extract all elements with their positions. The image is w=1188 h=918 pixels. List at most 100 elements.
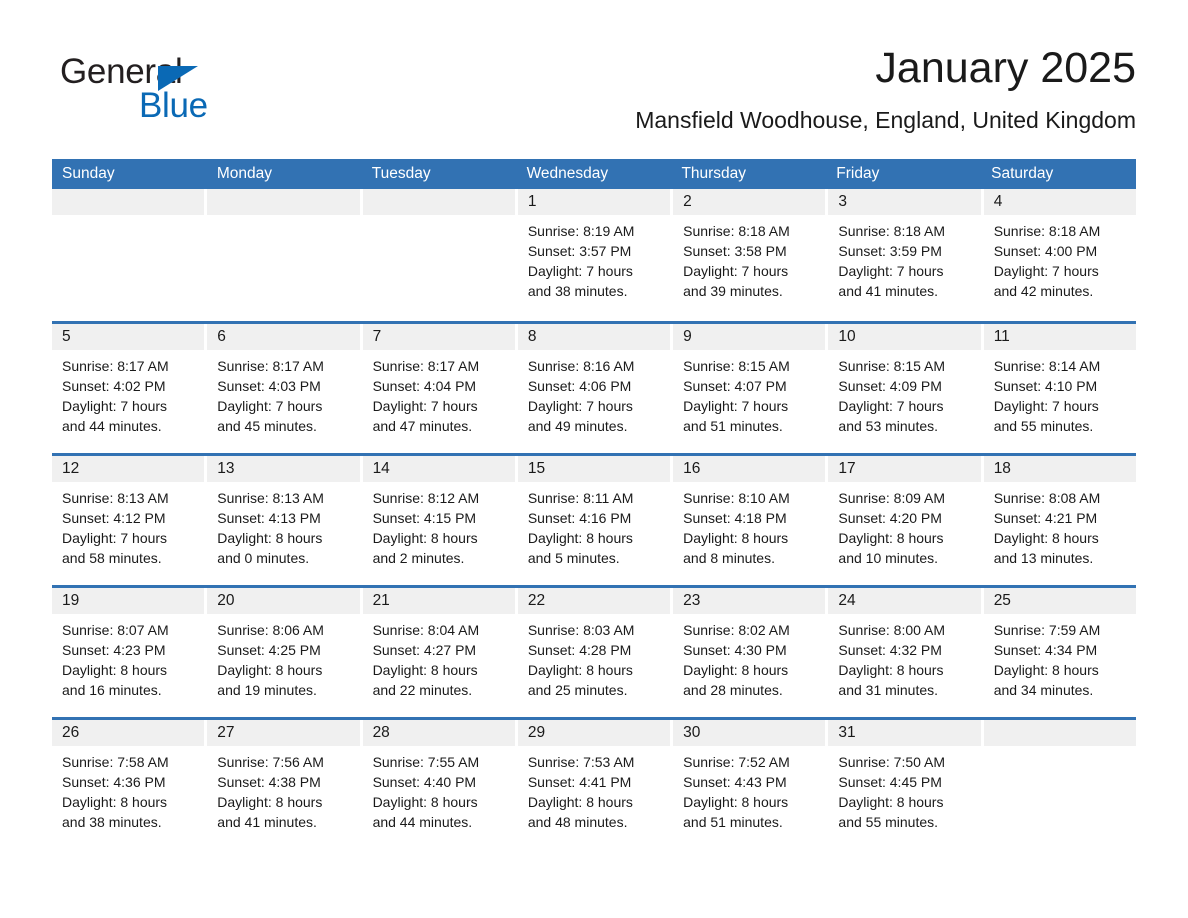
calendar-day-cell[interactable]: 21 Sunrise: 8:04 AM Sunset: 4:27 PM Dayligh…	[362, 588, 518, 717]
calendar-day-cell-empty	[362, 189, 518, 321]
calendar-weeks: 1 Sunrise: 8:19 AM Sunset: 3:57 PM Daylight…	[52, 189, 1136, 849]
sunset-text: Sunset: 4:09 PM	[838, 378, 942, 394]
calendar-week-row: 19 Sunrise: 8:07 AM Sunset: 4:23 PM Dayligh…	[52, 585, 1136, 717]
calendar-day-cell[interactable]: 19 Sunrise: 8:07 AM Sunset: 4:23 PM Dayligh…	[52, 588, 208, 717]
daylight-text-line1: Daylight: 8 hours	[62, 794, 168, 810]
day-sun-info: Sunrise: 8:12 AM Sunset: 4:15 PM Daylight:…	[363, 482, 515, 568]
calendar-day-cell[interactable]: 25 Sunrise: 7:59 AM Sunset: 4:34 PM Dayligh…	[983, 588, 1136, 717]
calendar-day-cell[interactable]: 8 Sunrise: 8:16 AM Sunset: 4:06 PM Daylight…	[517, 324, 674, 453]
calendar-day-cell[interactable]: 30 Sunrise: 7:52 AM Sunset: 4:43 PM Dayligh…	[673, 720, 829, 849]
calendar-day-cell-empty	[983, 720, 1136, 849]
daylight-text-line2: and 45 minutes.	[217, 418, 317, 434]
calendar-day-cell[interactable]: 24 Sunrise: 8:00 AM Sunset: 4:32 PM Dayligh…	[828, 588, 984, 717]
calendar-day-cell[interactable]: 7 Sunrise: 8:17 AM Sunset: 4:04 PM Daylight…	[362, 324, 518, 453]
day-number: 11	[983, 324, 1136, 350]
day-sun-info: Sunrise: 8:03 AM Sunset: 4:28 PM Daylight:…	[518, 614, 670, 700]
daylight-text-line1: Daylight: 7 hours	[527, 263, 633, 279]
calendar-day-cell[interactable]: 29 Sunrise: 7:53 AM Sunset: 4:41 PM Dayligh…	[517, 720, 674, 849]
calendar-day-cell[interactable]: 6 Sunrise: 8:17 AM Sunset: 4:03 PM Daylight…	[207, 324, 363, 453]
daylight-text-line1: Daylight: 8 hours	[217, 530, 323, 546]
title-block: January 2025 Mansfield Woodhouse, Englan…	[376, 40, 1136, 136]
day-sun-info: Sunrise: 7:58 AM Sunset: 4:36 PM Daylight:…	[52, 746, 204, 832]
calendar-day-cell[interactable]: 17 Sunrise: 8:09 AM Sunset: 4:20 PM Dayligh…	[828, 456, 984, 585]
calendar-day-cell[interactable]: 31 Sunrise: 7:50 AM Sunset: 4:45 PM Dayligh…	[828, 720, 984, 849]
day-sun-info: Sunrise: 8:09 AM Sunset: 4:20 PM Daylight:…	[828, 482, 980, 568]
sunset-text: Sunset: 3:59 PM	[838, 243, 942, 259]
calendar-day-cell[interactable]: 12 Sunrise: 8:13 AM Sunset: 4:12 PM Dayligh…	[52, 456, 208, 585]
calendar-day-cell[interactable]: 10 Sunrise: 8:15 AM Sunset: 4:09 PM Dayligh…	[828, 324, 984, 453]
sunset-text: Sunset: 4:28 PM	[527, 642, 632, 658]
weekday-header-sunday: Sunday	[62, 165, 115, 182]
sunrise-text: Sunrise: 7:59 AM	[993, 622, 1101, 638]
sunset-text: Sunset: 4:02 PM	[62, 378, 166, 394]
calendar-day-cell[interactable]: 2 Sunrise: 8:18 AM Sunset: 3:58 PM Daylight…	[673, 189, 829, 321]
sunset-text: Sunset: 4:00 PM	[993, 243, 1098, 259]
daylight-text-line2: and 48 minutes.	[527, 814, 628, 830]
daylight-text-line1: Daylight: 8 hours	[372, 662, 478, 678]
sunset-text: Sunset: 4:34 PM	[993, 642, 1098, 658]
page-header: General Blue January 2025 Mansfield Wood…	[52, 40, 1136, 150]
daylight-text-line1: Daylight: 8 hours	[993, 530, 1099, 546]
daylight-text-line2: and 41 minutes.	[838, 283, 939, 299]
sunrise-text: Sunrise: 8:09 AM	[838, 490, 946, 506]
sunset-text: Sunset: 3:57 PM	[527, 243, 632, 259]
day-sun-info: Sunrise: 8:16 AM Sunset: 4:06 PM Daylight:…	[518, 350, 670, 436]
day-number: 8	[517, 324, 671, 350]
sunset-text: Sunset: 4:27 PM	[372, 642, 477, 658]
sunset-text: Sunset: 4:36 PM	[62, 774, 166, 790]
calendar-day-cell[interactable]: 26 Sunrise: 7:58 AM Sunset: 4:36 PM Dayligh…	[52, 720, 208, 849]
daylight-text-line2: and 2 minutes.	[372, 550, 465, 566]
calendar-day-cell[interactable]: 23 Sunrise: 8:02 AM Sunset: 4:30 PM Dayligh…	[673, 588, 829, 717]
sunrise-text: Sunrise: 8:04 AM	[372, 622, 480, 638]
day-number: 25	[983, 588, 1136, 614]
sunset-text: Sunset: 4:41 PM	[527, 774, 632, 790]
day-number: 1	[517, 189, 671, 215]
day-sun-info: Sunrise: 8:18 AM Sunset: 3:59 PM Daylight:…	[828, 215, 980, 301]
sunset-text: Sunset: 4:20 PM	[838, 510, 942, 526]
day-sun-info: Sunrise: 8:06 AM Sunset: 4:25 PM Daylight:…	[207, 614, 359, 700]
calendar-day-cell[interactable]: 27 Sunrise: 7:56 AM Sunset: 4:38 PM Dayligh…	[207, 720, 363, 849]
day-sun-info: Sunrise: 8:17 AM Sunset: 4:02 PM Daylight:…	[52, 350, 204, 436]
calendar-day-cell[interactable]: 5 Sunrise: 8:17 AM Sunset: 4:02 PM Daylight…	[52, 324, 208, 453]
calendar-week-row: 26 Sunrise: 7:58 AM Sunset: 4:36 PM Dayligh…	[52, 717, 1136, 849]
sunrise-text: Sunrise: 8:07 AM	[62, 622, 169, 638]
calendar-day-cell[interactable]: 3 Sunrise: 8:18 AM Sunset: 3:59 PM Daylight…	[828, 189, 984, 321]
daylight-text-line2: and 55 minutes.	[838, 814, 939, 830]
day-number	[362, 189, 515, 215]
calendar-day-cell[interactable]: 28 Sunrise: 7:55 AM Sunset: 4:40 PM Dayligh…	[362, 720, 518, 849]
day-number: 15	[517, 456, 671, 482]
calendar-day-cell[interactable]: 1 Sunrise: 8:19 AM Sunset: 3:57 PM Daylight…	[517, 189, 674, 321]
calendar-day-cell[interactable]: 9 Sunrise: 8:15 AM Sunset: 4:07 PM Daylight…	[673, 324, 829, 453]
daylight-text-line2: and 31 minutes.	[838, 682, 939, 698]
sunrise-text: Sunrise: 8:18 AM	[683, 223, 790, 239]
day-number: 6	[207, 324, 360, 350]
calendar-day-cell[interactable]: 22 Sunrise: 8:03 AM Sunset: 4:28 PM Dayligh…	[517, 588, 674, 717]
calendar-day-cell[interactable]: 20 Sunrise: 8:06 AM Sunset: 4:25 PM Dayligh…	[207, 588, 363, 717]
calendar-day-cell[interactable]: 15 Sunrise: 8:11 AM Sunset: 4:16 PM Dayligh…	[517, 456, 674, 585]
daylight-text-line2: and 28 minutes.	[683, 682, 783, 698]
day-number: 10	[828, 324, 981, 350]
daylight-text-line1: Daylight: 8 hours	[838, 794, 944, 810]
calendar-day-cell[interactable]: 18 Sunrise: 8:08 AM Sunset: 4:21 PM Dayligh…	[983, 456, 1136, 585]
sunrise-text: Sunrise: 8:08 AM	[993, 490, 1101, 506]
day-number	[207, 189, 360, 215]
daylight-text-line2: and 47 minutes.	[372, 418, 473, 434]
daylight-text-line2: and 38 minutes.	[527, 283, 628, 299]
calendar-day-cell[interactable]: 11 Sunrise: 8:14 AM Sunset: 4:10 PM Dayligh…	[983, 324, 1136, 453]
day-number: 4	[983, 189, 1136, 215]
sunset-text: Sunset: 4:06 PM	[527, 378, 632, 394]
sunset-text: Sunset: 4:12 PM	[62, 510, 166, 526]
sunrise-text: Sunrise: 8:17 AM	[372, 358, 480, 374]
calendar-day-cell[interactable]: 13 Sunrise: 8:13 AM Sunset: 4:13 PM Dayligh…	[207, 456, 363, 585]
sunrise-text: Sunrise: 7:50 AM	[838, 754, 946, 770]
day-sun-info: Sunrise: 8:04 AM Sunset: 4:27 PM Daylight:…	[363, 614, 515, 700]
sunrise-text: Sunrise: 7:55 AM	[372, 754, 480, 770]
day-sun-info: Sunrise: 8:10 AM Sunset: 4:18 PM Daylight:…	[673, 482, 825, 568]
calendar-day-cell[interactable]: 16 Sunrise: 8:10 AM Sunset: 4:18 PM Dayligh…	[673, 456, 829, 585]
calendar-day-cell[interactable]: 4 Sunrise: 8:18 AM Sunset: 4:00 PM Daylight…	[983, 189, 1136, 321]
day-number: 28	[362, 720, 515, 746]
daylight-text-line1: Daylight: 7 hours	[527, 398, 633, 414]
daylight-text-line2: and 58 minutes.	[62, 550, 162, 566]
calendar-day-cell[interactable]: 14 Sunrise: 8:12 AM Sunset: 4:15 PM Dayligh…	[362, 456, 518, 585]
sunset-text: Sunset: 4:16 PM	[527, 510, 632, 526]
